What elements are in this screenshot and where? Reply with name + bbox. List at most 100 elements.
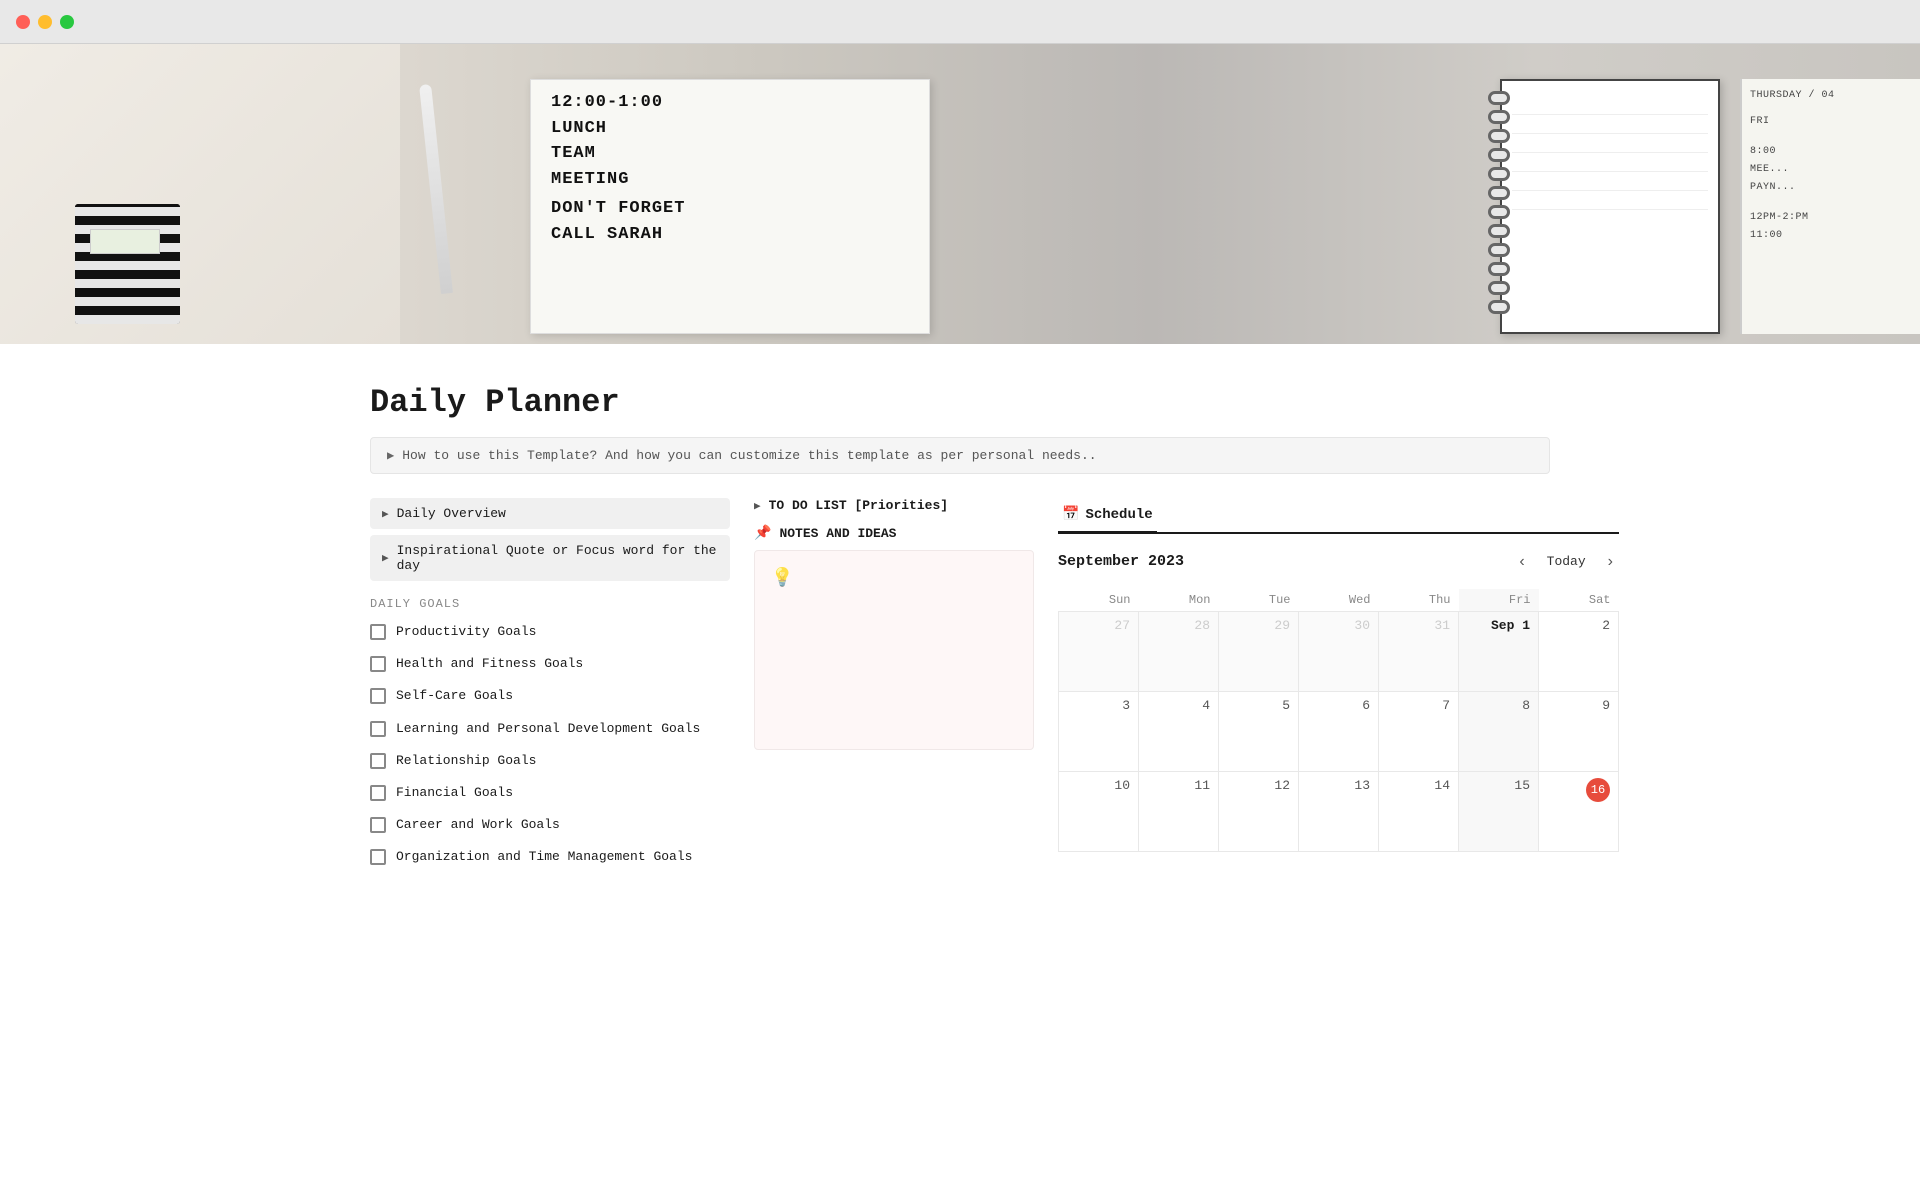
left-bg [0, 44, 400, 344]
goal-label-learning: Learning and Personal Development Goals [396, 720, 700, 738]
right-column-calendar: 📅 Schedule September 2023 ‹ Today › Sun … [1058, 498, 1619, 852]
goal-checkbox-productivity[interactable] [370, 624, 386, 640]
notepad-art: 12:00-1:00 LUNCH TEAM MEETING DON'T FORG… [530, 79, 930, 334]
bulb-icon: 💡 [771, 567, 793, 589]
goal-checkbox-financial[interactable] [370, 785, 386, 801]
cal-num-aug28: 28 [1147, 618, 1210, 633]
cal-cell-sep11[interactable]: 11 [1139, 772, 1219, 852]
cal-num-aug27: 27 [1067, 618, 1130, 633]
cal-cell-sep1[interactable]: Sep 1 [1459, 612, 1539, 692]
cal-cell-sep9[interactable]: 9 [1539, 692, 1619, 772]
schedule-tab[interactable]: 📅 Schedule [1058, 498, 1157, 534]
cal-cell-aug30[interactable]: 30 [1299, 612, 1379, 692]
goal-checkbox-relationship[interactable] [370, 753, 386, 769]
calendar-next-button[interactable]: › [1602, 551, 1619, 573]
cal-num-sep3: 3 [1067, 698, 1130, 713]
cal-cell-sep4[interactable]: 4 [1139, 692, 1219, 772]
calendar-header-row: Sun Mon Tue Wed Thu Fri Sat [1059, 589, 1619, 612]
hero-banner: 12:00-1:00 LUNCH TEAM MEETING DON'T FORG… [0, 44, 1920, 344]
goal-label-relationship: Relationship Goals [396, 752, 536, 770]
cal-cell-sep7[interactable]: 7 [1379, 692, 1459, 772]
cal-header-thu: Thu [1379, 589, 1459, 612]
goal-label-selfcare: Self-Care Goals [396, 687, 513, 705]
close-button[interactable] [16, 15, 30, 29]
cal-num-sep12: 12 [1227, 778, 1290, 793]
cal-cell-sep15[interactable]: 15 [1459, 772, 1539, 852]
minimize-button[interactable] [38, 15, 52, 29]
cal-cell-aug28[interactable]: 28 [1139, 612, 1219, 692]
calendar-week-3: 10 11 12 13 14 15 16 [1059, 772, 1619, 852]
calendar-tab-bar: 📅 Schedule [1058, 498, 1619, 534]
cal-cell-sep16[interactable]: 16 [1539, 772, 1619, 852]
cal-header-mon: Mon [1139, 589, 1219, 612]
cal-num-sep15: 15 [1467, 778, 1530, 793]
notepad-line-6: CALL SARAH [551, 222, 909, 248]
hint-box[interactable]: ▶ How to use this Template? And how you … [370, 437, 1550, 474]
daily-overview-label: Daily Overview [397, 506, 506, 521]
calendar-week-2: 3 4 5 6 7 8 9 [1059, 692, 1619, 772]
calendar-today-button[interactable]: Today [1539, 550, 1594, 573]
cal-cell-sep6[interactable]: 6 [1299, 692, 1379, 772]
goal-label-health: Health and Fitness Goals [396, 655, 583, 673]
cal-cell-sep12[interactable]: 12 [1219, 772, 1299, 852]
notes-header: 📌 NOTES AND IDEAS [754, 525, 1034, 542]
three-col-layout: ▶ Daily Overview ▶ Inspirational Quote o… [370, 498, 1550, 879]
cal-num-sep11: 11 [1147, 778, 1210, 793]
goal-checkbox-career[interactable] [370, 817, 386, 833]
goal-checkbox-health[interactable] [370, 656, 386, 672]
cal-num-sep2: 2 [1547, 618, 1610, 633]
cal-num-sep1: Sep 1 [1467, 618, 1530, 633]
notes-area[interactable]: 💡 [754, 550, 1034, 750]
calendar-prev-button[interactable]: ‹ [1513, 551, 1530, 573]
cal-cell-aug29[interactable]: 29 [1219, 612, 1299, 692]
cal-cell-sep3[interactable]: 3 [1059, 692, 1139, 772]
far-right-planner: THURSDAY / 04 FRI 8:00 MEE... PAYN... 12… [1740, 79, 1920, 334]
cal-cell-aug31[interactable]: 31 [1379, 612, 1459, 692]
cal-cell-sep5[interactable]: 5 [1219, 692, 1299, 772]
calendar-nav-group: ‹ Today › [1513, 550, 1619, 573]
cal-num-sep10: 10 [1067, 778, 1130, 793]
cal-num-aug29: 29 [1227, 618, 1290, 633]
calendar-icon: 📅 [1062, 506, 1079, 523]
goal-label-productivity: Productivity Goals [396, 623, 536, 641]
calendar-week-1: 27 28 29 30 31 Sep 1 2 [1059, 612, 1619, 692]
cal-cell-sep2[interactable]: 2 [1539, 612, 1619, 692]
planner-art: 12:00-1:00 LUNCH TEAM MEETING DON'T FORG… [0, 44, 1920, 344]
cal-num-sep7: 7 [1387, 698, 1450, 713]
cal-num-sep16: 16 [1586, 778, 1610, 802]
notebook-art [75, 204, 180, 324]
calendar-nav: September 2023 ‹ Today › [1058, 550, 1619, 573]
schedule-tab-label: Schedule [1085, 507, 1152, 523]
notepad-line-5: DON'T FORGET [551, 196, 909, 222]
cal-header-fri: Fri [1459, 589, 1539, 612]
goal-label-career: Career and Work Goals [396, 816, 560, 834]
goal-item-selfcare: Self-Care Goals [370, 685, 730, 707]
cal-cell-sep10[interactable]: 10 [1059, 772, 1139, 852]
cal-header-sat: Sat [1539, 589, 1619, 612]
cal-cell-sep13[interactable]: 13 [1299, 772, 1379, 852]
goal-checkbox-organization[interactable] [370, 849, 386, 865]
goal-checkbox-learning[interactable] [370, 721, 386, 737]
todo-header[interactable]: ▶ TO DO LIST [Priorities] [754, 498, 1034, 513]
cal-header-wed: Wed [1299, 589, 1379, 612]
notepad-line-3: TEAM [551, 141, 909, 167]
main-content: Daily Planner ▶ How to use this Template… [310, 344, 1610, 939]
left-column: ▶ Daily Overview ▶ Inspirational Quote o… [370, 498, 730, 879]
goal-item-relationship: Relationship Goals [370, 750, 730, 772]
cal-header-tue: Tue [1219, 589, 1299, 612]
cal-cell-sep8[interactable]: 8 [1459, 692, 1539, 772]
toggle-arrow-2: ▶ [382, 551, 389, 565]
cal-cell-aug27[interactable]: 27 [1059, 612, 1139, 692]
hint-text: How to use this Template? And how you ca… [402, 448, 1096, 463]
cal-cell-sep14[interactable]: 14 [1379, 772, 1459, 852]
cal-num-sep5: 5 [1227, 698, 1290, 713]
daily-overview-toggle[interactable]: ▶ Daily Overview [370, 498, 730, 529]
middle-column: ▶ TO DO LIST [Priorities] 📌 NOTES AND ID… [754, 498, 1034, 750]
goal-label-financial: Financial Goals [396, 784, 513, 802]
goal-item-financial: Financial Goals [370, 782, 730, 804]
inspirational-quote-toggle[interactable]: ▶ Inspirational Quote or Focus word for … [370, 535, 730, 581]
goal-item-learning: Learning and Personal Development Goals [370, 718, 730, 740]
maximize-button[interactable] [60, 15, 74, 29]
window-chrome [0, 0, 1920, 44]
goal-checkbox-selfcare[interactable] [370, 688, 386, 704]
